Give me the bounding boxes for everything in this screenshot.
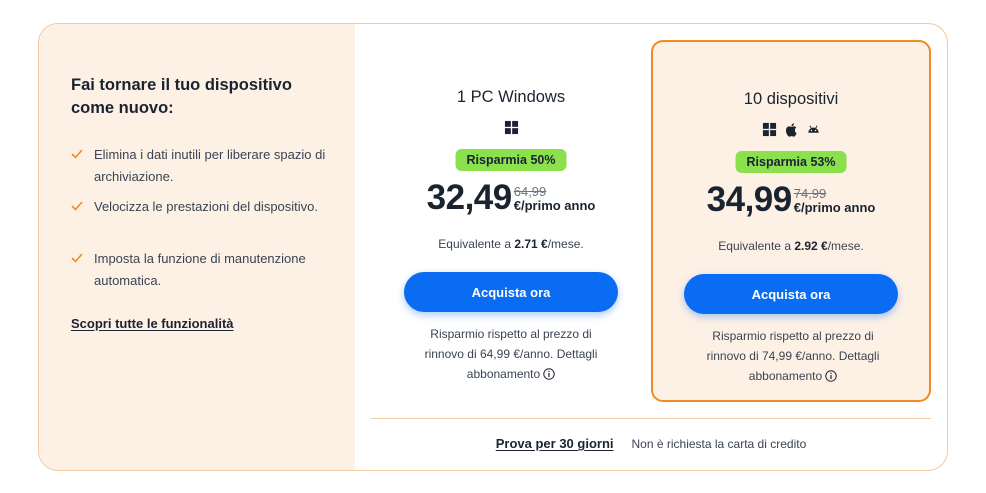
feature-item: Imposta la funzione di manutenzione auto…	[71, 248, 341, 292]
features-title: Fai tornare il tuo dispositivo come nuov…	[71, 76, 292, 117]
info-icon[interactable]	[825, 370, 837, 382]
feature-text: Imposta la funzione di manutenzione auto…	[94, 251, 306, 288]
old-price: 74,99	[793, 186, 827, 201]
plan-1pc: 1 PC Windows Risparmia 50% 32,49 64,99 €…	[371, 40, 651, 400]
plan-10-devices: 10 dispositivi Risparmia 53% 34,99 74,99…	[651, 40, 931, 402]
plan-name: 1 PC Windows	[456, 88, 566, 106]
divider	[371, 418, 931, 419]
price-row: 32,49 64,99 €/primo anno	[371, 178, 651, 218]
info-icon[interactable]	[543, 368, 555, 380]
monthly-price: 2.92 €	[794, 239, 828, 253]
price-unit: €/primo anno	[793, 200, 876, 215]
monthly-price: 2.71 €	[514, 237, 548, 251]
pricing-card: Fai tornare il tuo dispositivo come nuov…	[38, 23, 948, 471]
price-unit: €/primo anno	[513, 198, 596, 213]
discount-badge: Risparmia 50%	[455, 149, 567, 171]
check-icon	[71, 149, 83, 159]
buy-now-button[interactable]: Acquista ora	[684, 274, 898, 314]
plan-name: 10 dispositivi	[743, 90, 839, 108]
feature-item: Velocizza le prestazioni del dispositivo…	[71, 196, 341, 218]
windows-icon	[504, 120, 518, 135]
renewal-note: Risparmio rispetto al prezzo di rinnovo …	[424, 327, 598, 381]
old-price: 64,99	[513, 184, 547, 199]
feature-text: Elimina i dati inutili per liberare spaz…	[94, 147, 326, 184]
monthly-equivalent: Equivalente a 2.71 €/mese.	[438, 237, 584, 251]
os-icons	[653, 122, 929, 137]
os-icons	[371, 120, 651, 135]
apple-icon	[785, 123, 797, 137]
check-icon	[71, 253, 83, 263]
buy-now-button[interactable]: Acquista ora	[404, 272, 618, 312]
feature-item: Elimina i dati inutili per liberare spaz…	[71, 144, 341, 188]
windows-icon	[762, 122, 776, 137]
trial-note: Non è richiesta la carta di credito	[631, 436, 807, 451]
renewal-note: Risparmio rispetto al prezzo di rinnovo …	[706, 329, 880, 383]
trial-row: Prova per 30 giorni Non è richiesta la c…	[371, 436, 931, 451]
feature-text: Velocizza le prestazioni del dispositivo…	[94, 199, 319, 214]
free-trial-link[interactable]: Prova per 30 giorni	[496, 436, 614, 451]
features-panel: Fai tornare il tuo dispositivo come nuov…	[39, 24, 355, 470]
android-icon	[807, 125, 819, 133]
discount-badge: Risparmia 53%	[735, 151, 847, 173]
price: 32,49	[426, 178, 513, 217]
check-icon	[71, 201, 83, 211]
price-row: 34,99 74,99 €/primo anno	[653, 180, 929, 220]
price: 34,99	[706, 180, 793, 219]
discover-features-link[interactable]: Scopri tutte le funzionalità	[71, 316, 234, 331]
monthly-equivalent: Equivalente a 2.92 €/mese.	[718, 239, 864, 253]
